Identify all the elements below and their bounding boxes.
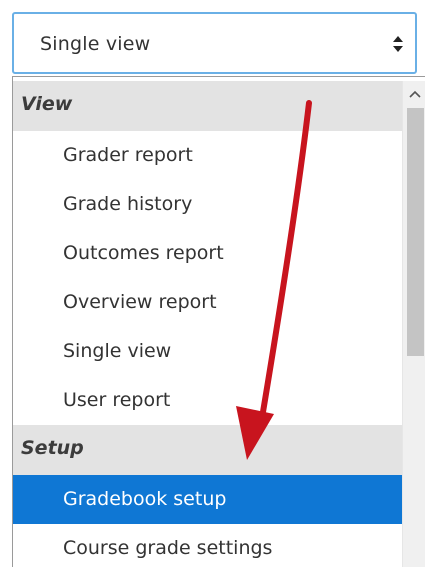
scroll-up-arrow-icon[interactable] — [409, 89, 421, 99]
option-course-grade-settings[interactable]: Course grade settings — [13, 524, 402, 567]
option-user-report[interactable]: User report — [13, 376, 402, 425]
option-grade-history[interactable]: Grade history — [13, 180, 402, 229]
option-list: View Grader report Grade history Outcome… — [13, 81, 402, 567]
group-header-view: View — [13, 81, 402, 131]
group-header-setup: Setup — [13, 425, 402, 475]
option-outcomes-report[interactable]: Outcomes report — [13, 229, 402, 278]
option-overview-report[interactable]: Overview report — [13, 278, 402, 327]
scrollbar-thumb[interactable] — [407, 108, 424, 356]
option-single-view[interactable]: Single view — [13, 327, 402, 376]
dropdown-scrollbar[interactable] — [402, 81, 425, 567]
option-grader-report[interactable]: Grader report — [13, 131, 402, 180]
option-gradebook-setup[interactable]: Gradebook setup — [13, 475, 402, 524]
screenshot-frame: Single view View Grader report Grade his… — [0, 0, 425, 567]
dropdown-list: View Grader report Grade history Outcome… — [12, 76, 425, 567]
up-down-arrows-icon — [393, 36, 403, 52]
select-current-value: Single view — [40, 33, 151, 55]
report-select[interactable]: Single view — [12, 12, 417, 74]
